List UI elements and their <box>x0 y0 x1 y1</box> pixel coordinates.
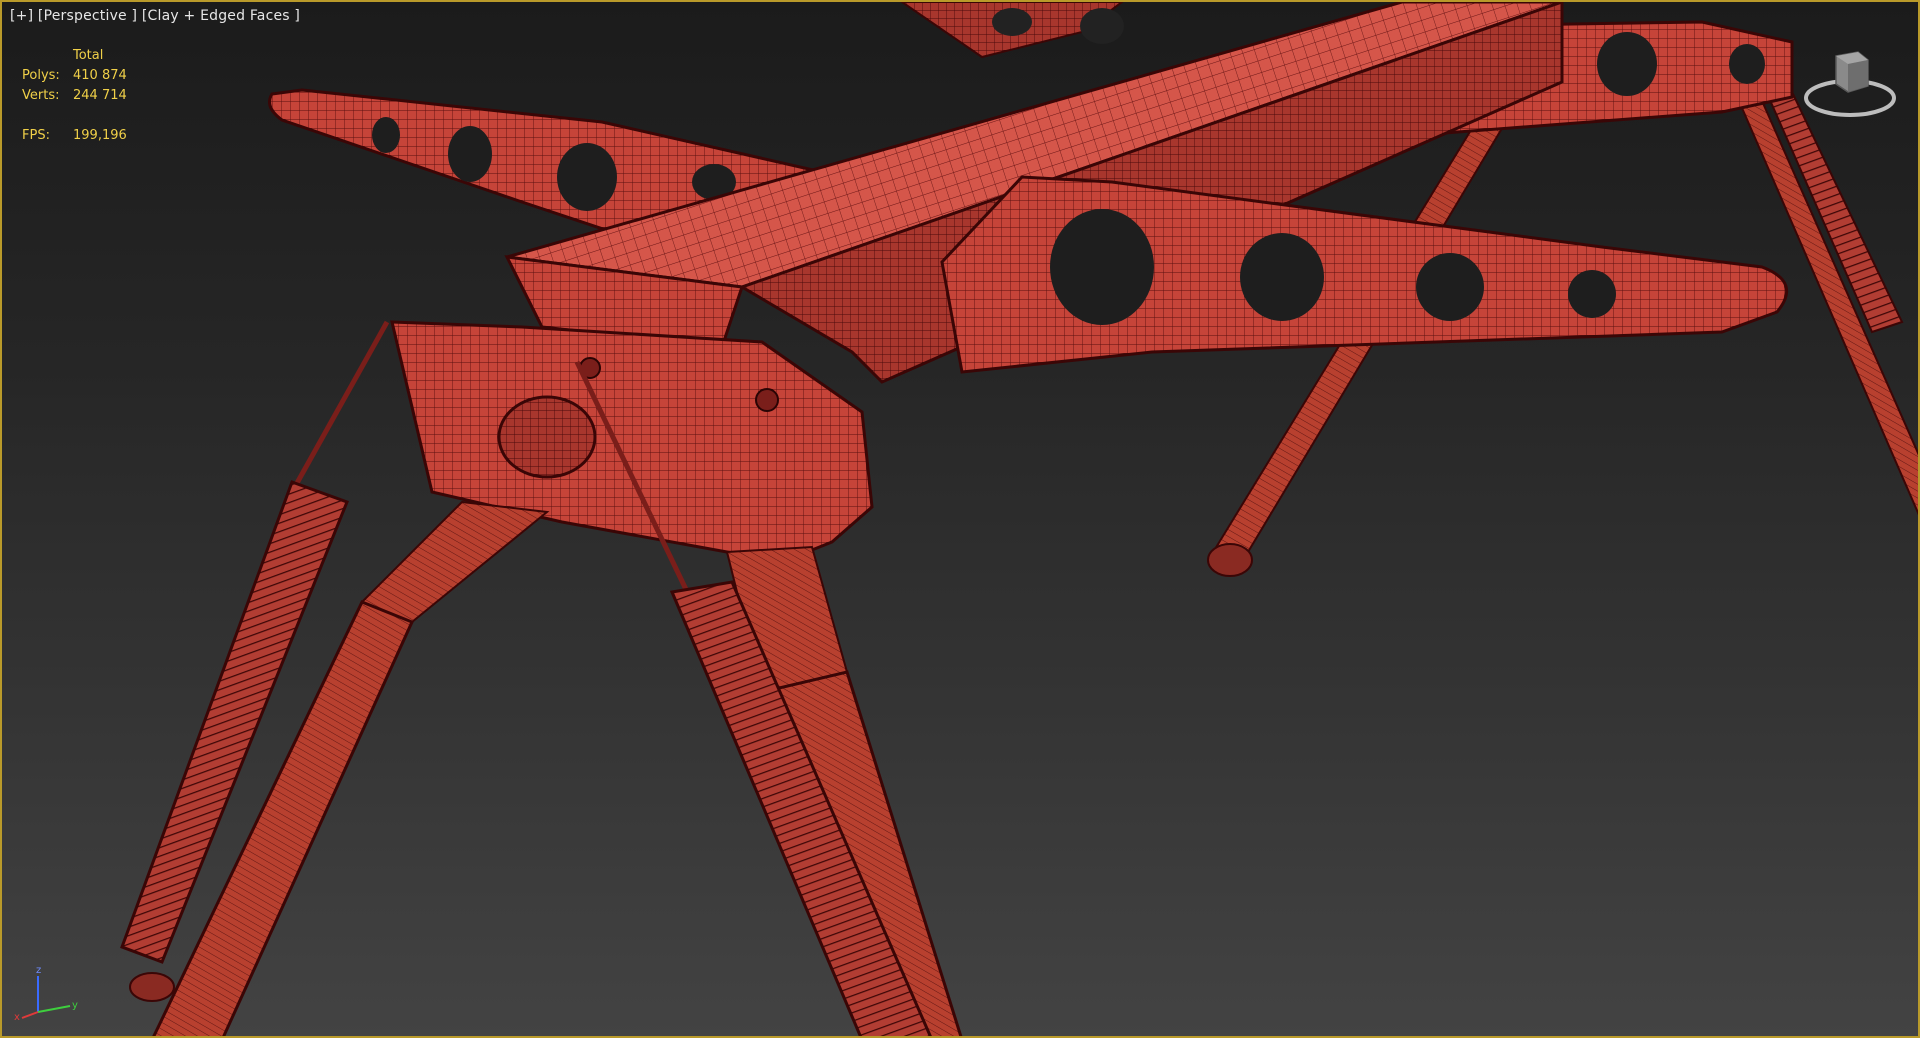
viewport-shading-label[interactable]: [Clay + Edged Faces ] <box>142 8 300 24</box>
viewport-label: [+] [Perspective ] [Clay + Edged Faces ] <box>10 8 300 24</box>
axis-tripod-icon: z y x <box>14 965 78 1022</box>
rear-top-arm <box>900 2 1124 59</box>
polys-value: 410 874 <box>73 68 127 83</box>
verts-value: 244 714 <box>73 88 127 103</box>
verts-label: Verts: <box>22 88 60 103</box>
axis-z-label: z <box>36 965 41 976</box>
polys-label: Polys: <box>22 68 60 83</box>
axis-y-label: y <box>72 1000 78 1011</box>
bipod-model[interactable] <box>2 2 1920 1038</box>
viewport-menu-label[interactable]: [+] <box>10 8 33 24</box>
stats-header: Total <box>73 48 104 63</box>
front-right-arm <box>940 175 1788 374</box>
viewport-view-label[interactable]: [Perspective ] <box>38 8 137 24</box>
axis-x-label: x <box>14 1012 20 1022</box>
fps-label: FPS: <box>22 128 50 143</box>
fps-value: 199,196 <box>73 128 127 143</box>
perspective-viewport[interactable]: [+] [Perspective ] [Clay + Edged Faces ]… <box>0 0 1920 1038</box>
viewcube-icon[interactable] <box>1802 46 1902 122</box>
